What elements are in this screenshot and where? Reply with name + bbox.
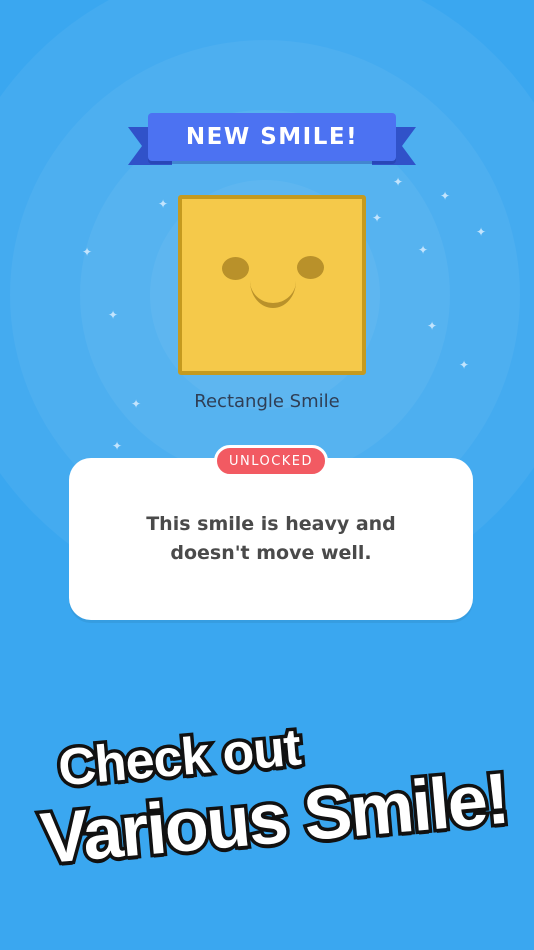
rectangle-smile-character (178, 195, 366, 375)
sparkle-icon: ✦ (393, 175, 404, 189)
sparkle-icon: ✦ (108, 308, 119, 322)
right-eye (297, 256, 324, 279)
sparkle-icon: ✦ (418, 243, 429, 257)
sparkle-icon: ✦ (427, 319, 438, 333)
ribbon-body: NEW SMILE! (148, 113, 396, 161)
sparkle-icon: ✦ (476, 225, 487, 239)
sparkle-icon: ✦ (440, 189, 451, 203)
sparkle-icon: ✦ (372, 211, 383, 225)
sparkle-icon: ✦ (158, 197, 169, 211)
sparkle-icon: ✦ (112, 439, 123, 453)
sparkle-icon: ✦ (459, 358, 470, 372)
smile-name-label: Rectangle Smile (194, 391, 340, 412)
left-eye (222, 257, 249, 280)
description-card: This smile is heavy and doesn't move wel… (69, 458, 473, 620)
sparkle-icon: ✦ (82, 245, 93, 259)
smile-description: This smile is heavy and doesn't move wel… (146, 513, 396, 564)
unlocked-badge: UNLOCKED (214, 445, 328, 477)
smile-mouth (250, 281, 296, 308)
banner-title: NEW SMILE! (185, 124, 359, 150)
new-smile-banner: NEW SMILE! (128, 113, 416, 173)
